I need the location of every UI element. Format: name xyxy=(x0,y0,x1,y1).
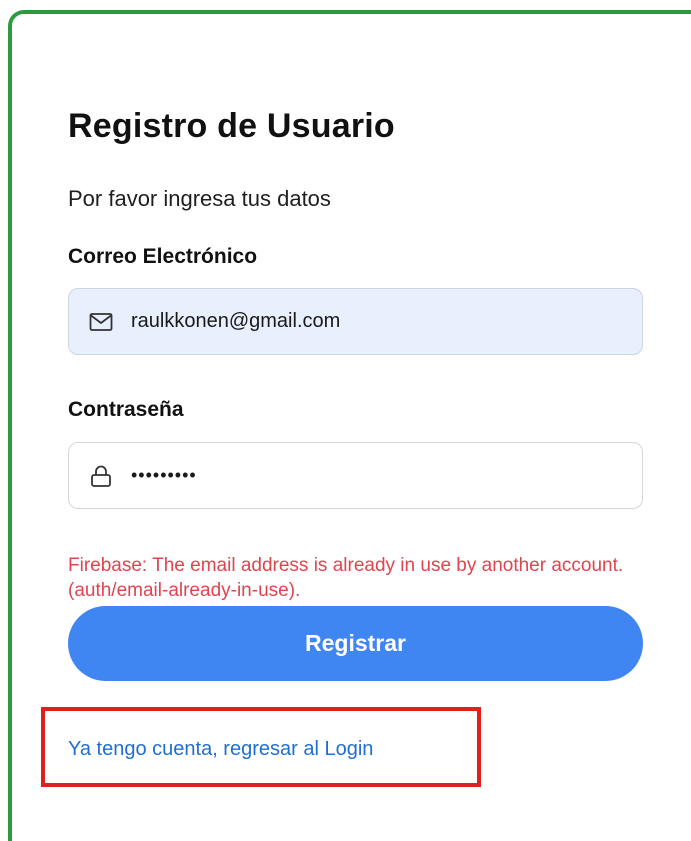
email-field[interactable] xyxy=(68,288,643,355)
password-label: Contraseña xyxy=(68,398,184,421)
password-field[interactable] xyxy=(68,442,643,509)
lock-icon xyxy=(87,462,115,490)
register-button[interactable]: Registrar xyxy=(68,606,643,681)
back-to-login-link[interactable]: Ya tengo cuenta, regresar al Login xyxy=(68,738,373,761)
page: Registro de Usuario Por favor ingresa tu… xyxy=(0,0,691,841)
envelope-icon xyxy=(87,308,115,336)
error-message: Firebase: The email address is already i… xyxy=(68,555,624,601)
email-label: Correo Electrónico xyxy=(68,245,258,268)
password-input[interactable] xyxy=(131,465,611,486)
email-input[interactable] xyxy=(131,310,611,333)
page-subtitle: Por favor ingresa tus datos xyxy=(68,186,331,211)
page-title: Registro de Usuario xyxy=(68,107,395,145)
